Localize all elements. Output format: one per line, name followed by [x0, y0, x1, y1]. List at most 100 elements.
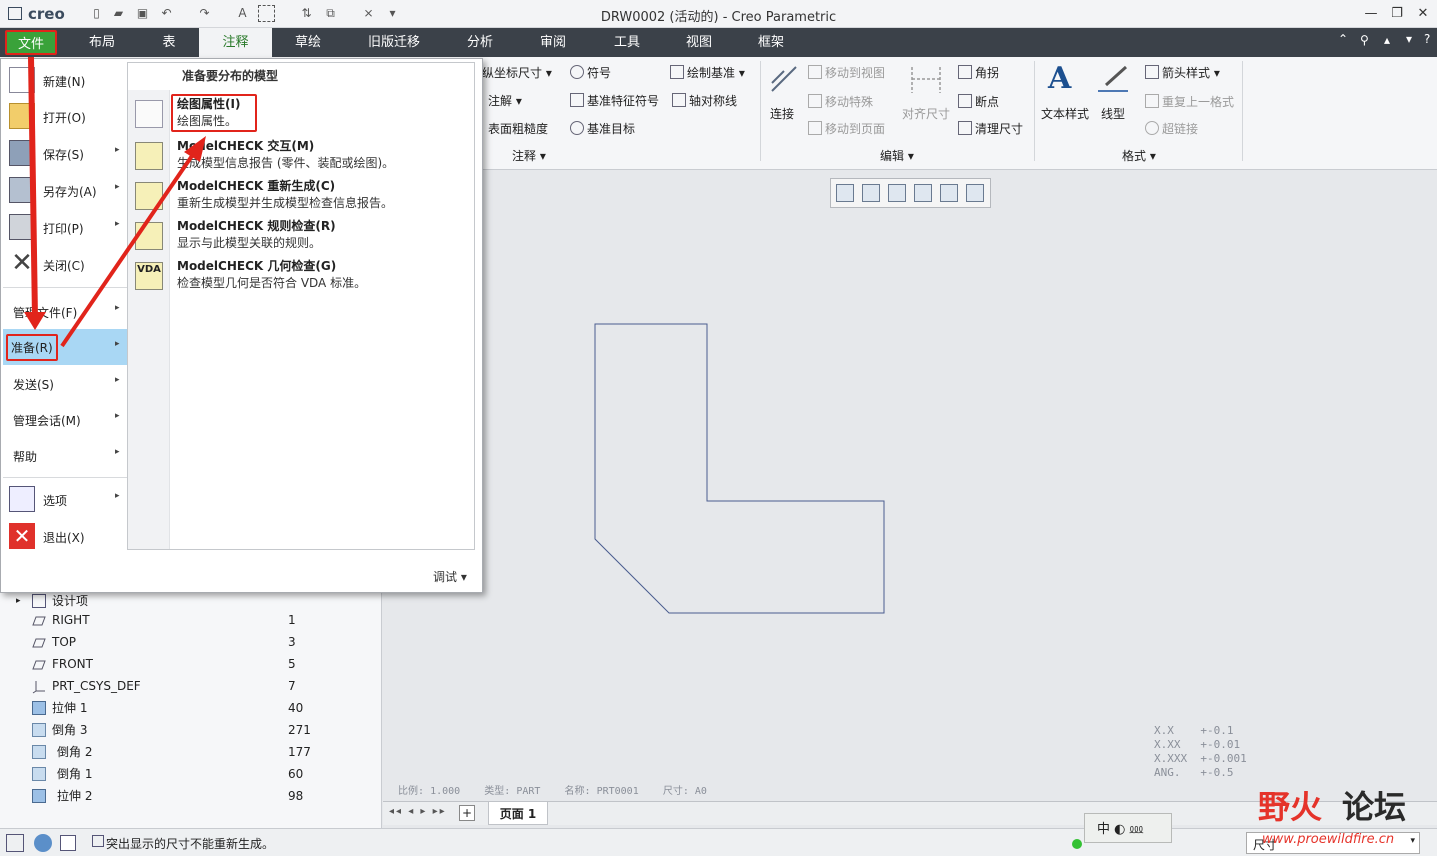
datum-target-button[interactable]: 基准目标 — [570, 120, 635, 137]
separator — [3, 477, 127, 478]
menu-item-manage-session[interactable]: 管理会话(M) ▸ — [3, 401, 127, 437]
axis-symmetry-button[interactable]: 轴对称线 — [672, 92, 737, 109]
hyperlink-button[interactable]: 超链接 — [1145, 120, 1198, 137]
menu-item-save[interactable]: 保存(S) ▸ — [3, 135, 127, 171]
tab-page-1[interactable]: 页面 1 — [488, 801, 548, 825]
tree-row[interactable]: PRT_CSYS_DEF 7 — [0, 675, 382, 697]
minimize-button[interactable]: — — [1358, 4, 1384, 24]
menu-item-manage-file[interactable]: 管理文件(F) ▸ — [3, 293, 127, 329]
menu-item-exit[interactable]: ✕ 退出(X) — [3, 518, 127, 554]
move-special-button[interactable]: 移动特殊 — [808, 93, 873, 110]
move-special-icon — [808, 94, 822, 108]
format-group-label[interactable]: 格式 ▾ — [1122, 147, 1156, 164]
menu-item-prepare[interactable]: 准备(R) ▸ — [3, 329, 127, 365]
tree-row[interactable]: FRONT 5 — [0, 653, 382, 675]
breakpoint-button[interactable]: 断点 — [958, 93, 999, 110]
display-style-icon[interactable] — [940, 184, 958, 202]
ime-mode[interactable]: 中 — [1097, 822, 1110, 837]
window-title: DRW0002 (活动的) - Creo Parametric — [600, 10, 837, 25]
tree-row[interactable]: 倒角 1 60 — [0, 763, 382, 785]
submenu-item-modelcheck-interactive[interactable]: ModelCHECK 交互(M) 生成模型信息报告 (零件、装配或绘图)。 — [128, 136, 474, 176]
submenu-item-modelcheck-regenerate[interactable]: ModelCHECK 重新生成(C) 重新生成模型并生成模型检查信息报告。 — [128, 176, 474, 216]
submenu-item-drawing-properties[interactable]: 绘图属性(I) 绘图属性。 — [128, 94, 474, 134]
surface-finish-button[interactable]: 表面粗糙度 — [488, 120, 548, 137]
datum-feature-icon — [570, 93, 584, 107]
tab-table[interactable]: 表 — [140, 28, 198, 57]
debug-button[interactable]: 调试 ▾ — [433, 568, 467, 585]
menu-item-options[interactable]: 选项 ▸ — [3, 481, 127, 517]
repeat-last-format-button[interactable]: 重复上一格式 — [1145, 93, 1234, 110]
tree-row[interactable]: 拉伸 1 40 — [0, 697, 382, 719]
dropdown-icon[interactable]: ▾ — [1406, 32, 1412, 46]
move-to-view-button[interactable]: 移动到视图 — [808, 64, 885, 81]
draw-datum-button[interactable]: 绘制基准 ▾ — [670, 64, 745, 81]
tab-review[interactable]: 审阅 — [522, 28, 584, 57]
tab-analysis[interactable]: 分析 — [448, 28, 512, 57]
file-menu-button[interactable]: 文件 — [5, 30, 57, 55]
collapse-ribbon-icon[interactable]: ⌃ — [1338, 32, 1348, 46]
datum-feature-symbol-button[interactable]: 基准特征符号 — [570, 92, 659, 109]
move-to-page-button[interactable]: 移动到页面 — [808, 120, 885, 137]
tab-legacy-migration[interactable]: 旧版迁移 — [352, 28, 436, 57]
arrow-style-button[interactable]: 箭头样式 ▾ — [1145, 64, 1220, 81]
tab-sketch[interactable]: 草绘 — [275, 28, 341, 57]
tree-row[interactable]: 拉伸 2 98 — [0, 785, 382, 807]
zoom-in-icon[interactable] — [862, 184, 880, 202]
saved-views-icon[interactable] — [914, 184, 932, 202]
tab-tools[interactable]: 工具 — [596, 28, 658, 57]
browser-icon[interactable] — [34, 834, 52, 852]
menu-item-new[interactable]: 新建(N) — [3, 62, 127, 98]
close-button[interactable]: ✕ — [1410, 4, 1436, 24]
menu-item-save-as[interactable]: 另存为(A) ▸ — [3, 172, 127, 208]
menu-item-print[interactable]: 打印(P) ▸ — [3, 209, 127, 245]
text-style-icon: A — [1048, 61, 1072, 96]
restore-button[interactable]: ❐ — [1384, 4, 1410, 24]
fullscreen-icon[interactable] — [60, 835, 76, 851]
symbol-button[interactable]: 符号 — [570, 64, 611, 81]
save-as-icon — [9, 177, 35, 203]
watermark-text-1: 野火 — [1258, 788, 1323, 826]
ime-toolbar[interactable]: 中 ◐ ⅏ — [1084, 813, 1172, 843]
tab-annotate[interactable]: 注释 — [199, 28, 272, 57]
print-icon — [9, 214, 35, 240]
submenu-item-modelcheck-geometry[interactable]: VDA ModelCHECK 几何检查(G) 检查模型几何是否符合 VDA 标准… — [128, 256, 474, 296]
connect-button[interactable]: 连接 — [770, 105, 794, 122]
tree-row[interactable]: 倒角 3 271 — [0, 719, 382, 741]
ordinate-dim-button[interactable]: 纵坐标尺寸 ▾ — [482, 64, 552, 81]
add-page-button[interactable]: + — [459, 805, 475, 821]
note-button[interactable]: 注解 ▾ — [488, 92, 522, 109]
refit-icon[interactable] — [836, 184, 854, 202]
status-indicator-icon — [1072, 839, 1082, 849]
tree-row[interactable]: RIGHT 1 — [0, 609, 382, 631]
annotation-group-label[interactable]: 注释 ▾ — [512, 147, 546, 164]
tab-view[interactable]: 视图 — [668, 28, 730, 57]
edit-group-label[interactable]: 编辑 ▾ — [880, 147, 914, 164]
datum-display-icon[interactable] — [966, 184, 984, 202]
menu-item-close[interactable]: ✕ 关闭(C) — [3, 246, 127, 282]
tree-row[interactable]: 倒角 2 177 — [0, 741, 382, 763]
tree-toggle-icon[interactable] — [6, 834, 24, 852]
menu-item-send[interactable]: 发送(S) ▸ — [3, 365, 127, 401]
menu-item-open[interactable]: 打开(O) — [3, 98, 127, 134]
tab-framework[interactable]: 框架 — [740, 28, 802, 57]
page-nav-arrows-icon[interactable]: ◂◂ ◂ ▸ ▸▸ — [389, 806, 447, 817]
menu-item-help[interactable]: 帮助 ▸ — [3, 437, 127, 473]
modelcheck-regenerate-icon — [135, 182, 163, 210]
modelcheck-icon — [135, 142, 163, 170]
corner-button[interactable]: 角拐 — [958, 64, 999, 81]
open-folder-icon — [9, 103, 35, 129]
align-dims-button[interactable]: 对齐尺寸 — [902, 105, 950, 122]
shading-icon[interactable] — [888, 184, 906, 202]
graduation-cap-icon[interactable]: ▴ — [1384, 33, 1390, 47]
csys-icon — [32, 679, 46, 694]
help-icon[interactable]: ? — [1424, 32, 1430, 46]
submenu-arrow-icon: ▸ — [115, 375, 120, 385]
cleanup-dims-button[interactable]: 清理尺寸 — [958, 120, 1023, 137]
line-style-button[interactable]: 线型 — [1101, 105, 1125, 122]
drawing-canvas[interactable]: X.X +-0.1 X.XX +-0.01 X.XXX +-0.001 ANG. +-… — [383, 171, 1437, 801]
submenu-item-modelcheck-rules[interactable]: ModelCHECK 规则检查(R) 显示与此模型关联的规则。 — [128, 216, 474, 256]
search-icon[interactable]: ⚲ — [1360, 33, 1369, 47]
tree-row[interactable]: TOP 3 — [0, 631, 382, 653]
tab-layout[interactable]: 布局 — [72, 28, 132, 57]
text-style-button[interactable]: 文本样式 — [1041, 105, 1089, 122]
